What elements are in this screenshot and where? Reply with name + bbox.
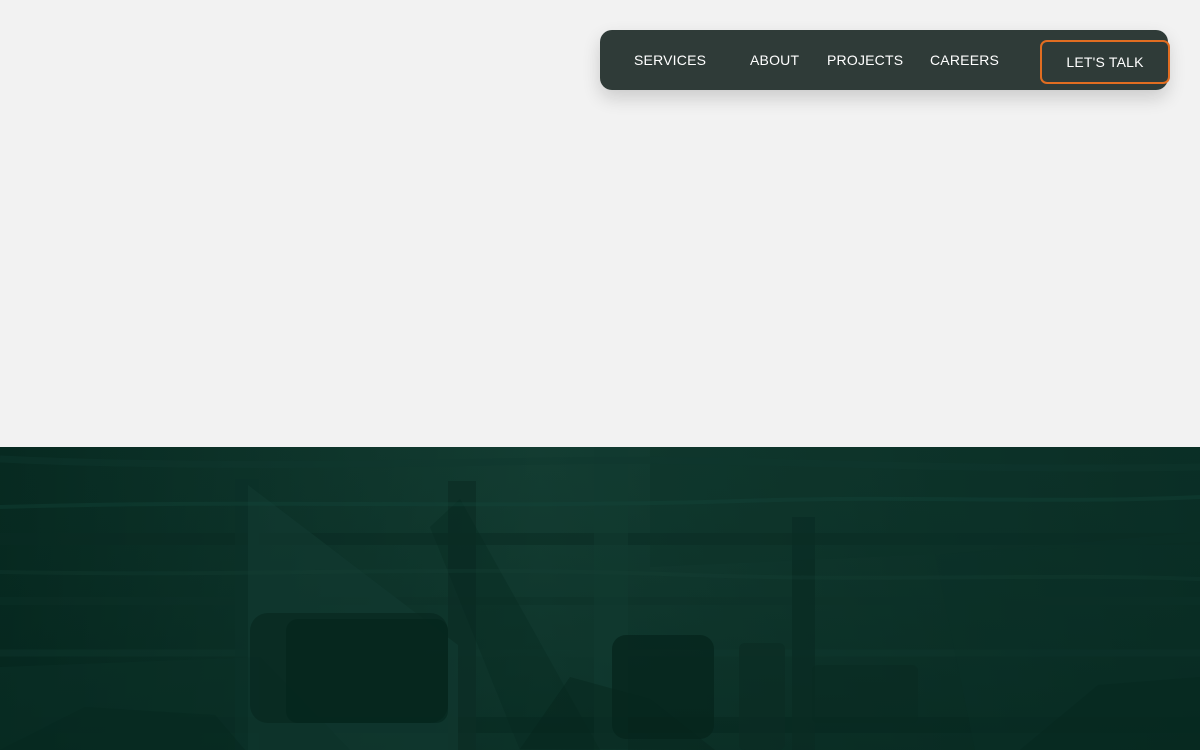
hero-top-area: SERVICES ABOUT PROJECTS CAREERS LET'S TA… (0, 0, 1200, 447)
hero-background-image (0, 447, 1200, 750)
nav-careers-link[interactable]: CAREERS (930, 30, 999, 90)
landing-page: SERVICES ABOUT PROJECTS CAREERS LET'S TA… (0, 0, 1200, 750)
industrial-scene-image (0, 447, 1200, 750)
nav-services-link[interactable]: SERVICES (634, 30, 706, 90)
lets-talk-button[interactable]: LET'S TALK (1040, 40, 1170, 84)
main-navigation: SERVICES ABOUT PROJECTS CAREERS LET'S TA… (600, 30, 1170, 90)
nav-projects-link[interactable]: PROJECTS (827, 30, 903, 90)
nav-about-link[interactable]: ABOUT (750, 30, 799, 90)
